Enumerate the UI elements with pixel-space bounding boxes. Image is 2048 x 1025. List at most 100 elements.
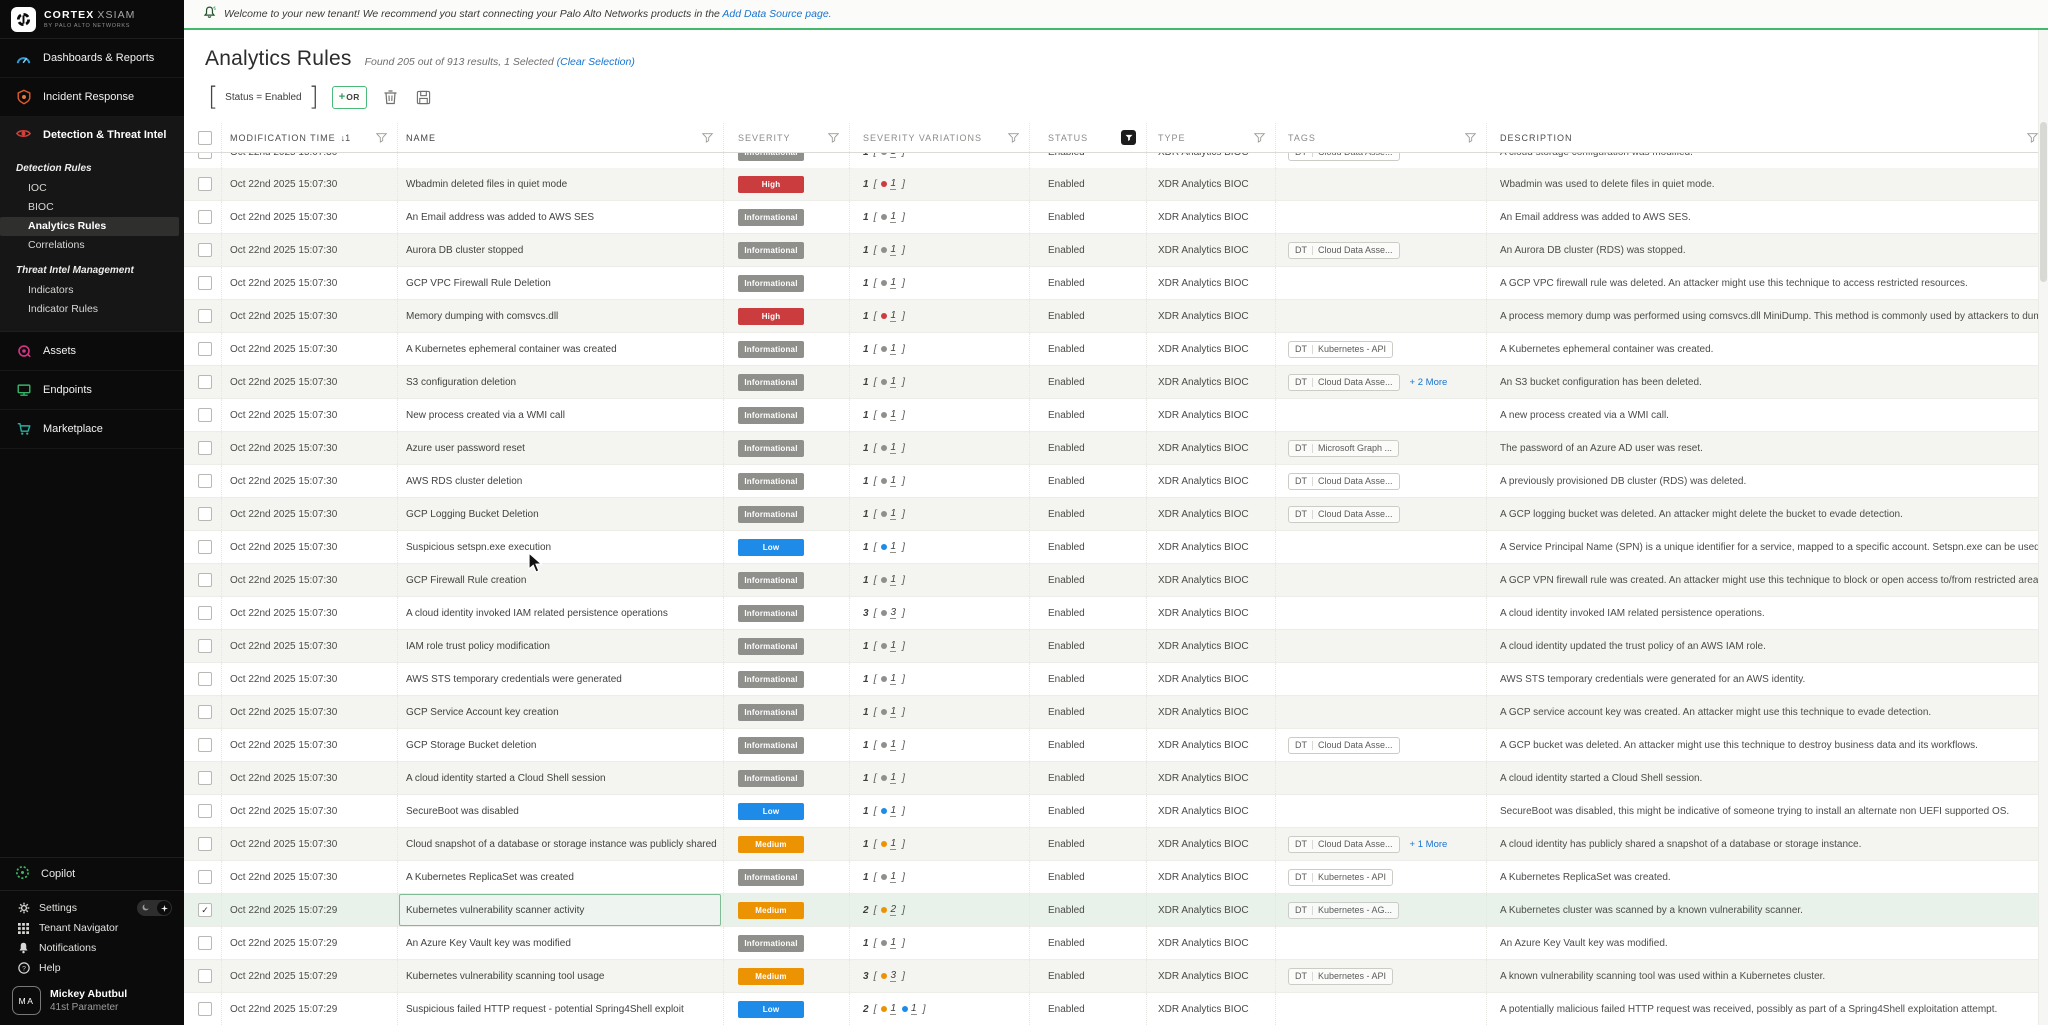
sidebar-item-help[interactable]: ? Help — [0, 958, 184, 978]
scrollbar-thumb[interactable] — [2040, 122, 2047, 282]
rule-name-cell[interactable]: Suspicious setspn.exe execution — [398, 531, 724, 563]
row-checkbox[interactable] — [198, 276, 212, 290]
rule-name-cell[interactable]: AWS RDS cluster deletion — [398, 465, 724, 497]
row-checkbox[interactable] — [198, 540, 212, 554]
table-row[interactable]: Oct 22nd 2025 15:07:30A Kubernetes ephem… — [184, 333, 2048, 366]
severity-variations[interactable]: 1[1] — [863, 508, 905, 520]
rule-name-cell[interactable]: GCP Service Account key creation — [398, 696, 724, 728]
column-header-select[interactable] — [184, 123, 222, 152]
table-row[interactable]: Oct 22nd 2025 15:07:30S3 configuration d… — [184, 366, 2048, 399]
sidebar-item-indicator-rules[interactable]: Indicator Rules — [0, 300, 179, 319]
variation-count[interactable]: 1 — [890, 640, 896, 652]
row-checkbox[interactable] — [198, 342, 212, 356]
variation-count[interactable]: 1 — [890, 310, 896, 322]
row-checkbox[interactable] — [198, 177, 212, 191]
filter-pill-status-enabled[interactable]: [ Status = Enabled ] — [208, 84, 319, 110]
column-header-name[interactable]: NAME — [398, 123, 724, 152]
rule-name-cell[interactable]: Aurora DB cluster stopped — [398, 234, 724, 266]
variation-count[interactable]: 1 — [890, 541, 896, 553]
variation-count[interactable]: 1 — [890, 706, 896, 718]
row-checkbox[interactable] — [198, 375, 212, 389]
row-checkbox[interactable] — [198, 1002, 212, 1016]
table-row[interactable]: Oct 22nd 2025 15:07:30Informational1[1]E… — [184, 153, 2048, 168]
severity-variations[interactable]: 1[1] — [863, 772, 905, 784]
tag-pill[interactable]: DTKubernetes - AG... — [1288, 902, 1399, 919]
variation-count[interactable]: 1 — [890, 772, 896, 784]
rule-name-cell[interactable] — [398, 153, 724, 168]
tag-pill[interactable]: DTCloud Data Asse... — [1288, 737, 1400, 754]
severity-variations[interactable]: 1[1] — [863, 376, 905, 388]
variation-count[interactable]: 1 — [890, 508, 896, 520]
sidebar-item-bioc[interactable]: BIOC — [0, 198, 179, 217]
severity-variations[interactable]: 1[1] — [863, 706, 905, 718]
rule-name-cell[interactable]: GCP Logging Bucket Deletion — [398, 498, 724, 530]
sidebar-item-dashboards-reports[interactable]: Dashboards & Reports — [0, 39, 184, 78]
row-checkbox[interactable] — [198, 309, 212, 323]
sidebar-item-indicators[interactable]: Indicators — [0, 281, 179, 300]
sidebar-item-ioc[interactable]: IOC — [0, 179, 179, 198]
severity-variations[interactable]: 1[1] — [863, 574, 905, 586]
variation-count[interactable]: 1 — [890, 153, 896, 158]
table-row[interactable]: ✓Oct 22nd 2025 15:07:29Kubernetes vulner… — [184, 894, 2048, 927]
variation-count[interactable]: 1 — [911, 1003, 917, 1015]
column-filter-button[interactable] — [1465, 133, 1486, 143]
severity-variations[interactable]: 1[1] — [863, 541, 905, 553]
table-row[interactable]: Oct 22nd 2025 15:07:30GCP Logging Bucket… — [184, 498, 2048, 531]
row-checkbox[interactable] — [198, 969, 212, 983]
delete-filter-button[interactable] — [382, 88, 400, 106]
table-row[interactable]: Oct 22nd 2025 15:07:29Kubernetes vulnera… — [184, 960, 2048, 993]
severity-variations[interactable]: 2[2] — [863, 904, 905, 916]
row-checkbox[interactable] — [198, 210, 212, 224]
row-checkbox[interactable] — [198, 507, 212, 521]
column-header-description[interactable]: DESCRIPTION — [1487, 123, 2048, 152]
table-row[interactable]: Oct 22nd 2025 15:07:30A Kubernetes Repli… — [184, 861, 2048, 894]
severity-variations[interactable]: 1[1] — [863, 343, 905, 355]
variation-count[interactable]: 1 — [890, 739, 896, 751]
table-row[interactable]: Oct 22nd 2025 15:07:30SecureBoot was dis… — [184, 795, 2048, 828]
variation-count[interactable]: 1 — [890, 1003, 896, 1015]
variation-count[interactable]: 1 — [890, 871, 896, 883]
severity-variations[interactable]: 1[1] — [863, 409, 905, 421]
severity-variations[interactable]: 3[3] — [863, 970, 905, 982]
column-header-tags[interactable]: TAGS — [1276, 123, 1487, 152]
table-row[interactable]: Oct 22nd 2025 15:07:30Aurora DB cluster … — [184, 234, 2048, 267]
table-row[interactable]: Oct 22nd 2025 15:07:30AWS STS temporary … — [184, 663, 2048, 696]
variation-count[interactable]: 1 — [890, 409, 896, 421]
rule-name-cell[interactable]: GCP Firewall Rule creation — [398, 564, 724, 596]
severity-variations[interactable]: 2[11] — [863, 1003, 926, 1015]
severity-variations[interactable]: 1[1] — [863, 871, 905, 883]
sidebar-item-settings[interactable]: Settings — [0, 898, 184, 918]
sidebar-item-tenant-navigator[interactable]: Tenant Navigator — [0, 918, 184, 938]
table-row[interactable]: Oct 22nd 2025 15:07:30GCP Firewall Rule … — [184, 564, 2048, 597]
table-row[interactable]: Oct 22nd 2025 15:07:30Wbadmin deleted fi… — [184, 168, 2048, 201]
variation-count[interactable]: 1 — [890, 442, 896, 454]
tags-more-link[interactable]: + 1 More — [1410, 839, 1448, 850]
table-row[interactable]: Oct 22nd 2025 15:07:30GCP Service Accoun… — [184, 696, 2048, 729]
row-checkbox[interactable] — [198, 804, 212, 818]
column-filter-button[interactable] — [1121, 130, 1146, 145]
table-row[interactable]: Oct 22nd 2025 15:07:30IAM role trust pol… — [184, 630, 2048, 663]
user-profile[interactable]: MA Mickey Abutbul 41st Parameter — [0, 978, 184, 1021]
column-filter-button[interactable] — [702, 133, 723, 143]
severity-variations[interactable]: 1[1] — [863, 475, 905, 487]
rule-name-cell[interactable]: Cloud snapshot of a database or storage … — [398, 828, 724, 860]
column-filter-button[interactable] — [1254, 133, 1275, 143]
filter-funnel-active-icon[interactable] — [1121, 130, 1136, 145]
table-row[interactable]: Oct 22nd 2025 15:07:30Suspicious setspn.… — [184, 531, 2048, 564]
row-checkbox[interactable] — [198, 639, 212, 653]
tag-pill[interactable]: DTCloud Data Asse... — [1288, 506, 1400, 523]
rule-name-cell[interactable]: A Kubernetes ReplicaSet was created — [398, 861, 724, 893]
row-checkbox[interactable] — [198, 606, 212, 620]
variation-count[interactable]: 1 — [890, 838, 896, 850]
table-row[interactable]: Oct 22nd 2025 15:07:30Memory dumping wit… — [184, 300, 2048, 333]
table-row[interactable]: Oct 22nd 2025 15:07:30GCP Storage Bucket… — [184, 729, 2048, 762]
severity-variations[interactable]: 1[1] — [863, 178, 905, 190]
theme-toggle[interactable] — [137, 900, 172, 916]
rule-name-cell[interactable]: A cloud identity invoked IAM related per… — [398, 597, 724, 629]
column-filter-button[interactable] — [1008, 133, 1029, 143]
table-row[interactable]: Oct 22nd 2025 15:07:30A cloud identity i… — [184, 597, 2048, 630]
variation-count[interactable]: 1 — [890, 475, 896, 487]
row-checkbox[interactable] — [198, 870, 212, 884]
severity-variations[interactable]: 1[1] — [863, 805, 905, 817]
sidebar-item-endpoints[interactable]: Endpoints — [0, 371, 184, 410]
